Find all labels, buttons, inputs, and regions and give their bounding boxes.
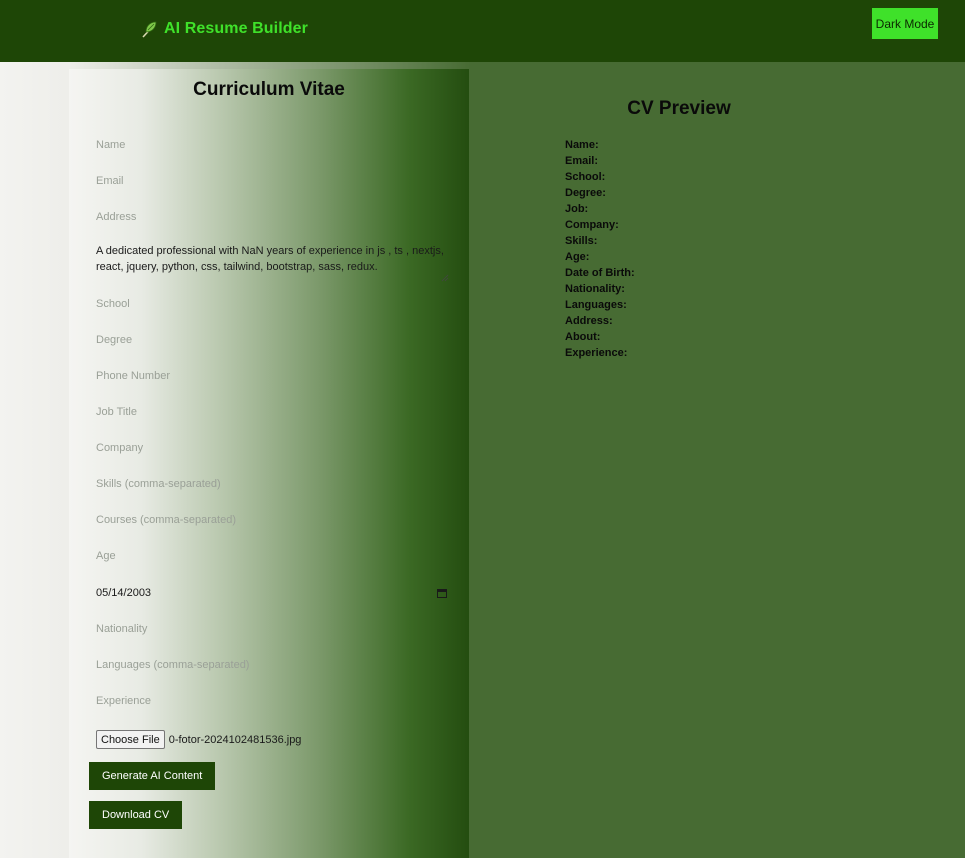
preview-label-about: About: <box>565 331 601 343</box>
preview-label-dob: Date of Birth: <box>565 267 635 279</box>
school-input[interactable] <box>96 294 448 314</box>
preview-label-nationality: Nationality: <box>565 283 625 295</box>
app-title: AI Resume Builder <box>164 20 308 37</box>
calendar-icon[interactable] <box>437 588 447 598</box>
courses-input[interactable] <box>96 510 448 530</box>
preview-label-company: Company: <box>565 219 619 231</box>
preview-label-email: Email: <box>565 155 599 167</box>
cv-form-panel: Curriculum Vitae A dedicated professiona… <box>69 69 469 858</box>
nationality-input[interactable] <box>96 619 448 639</box>
preview-label-school: School: <box>565 171 606 183</box>
dark-mode-button[interactable]: Dark Mode <box>872 8 938 39</box>
resize-grip-icon[interactable] <box>441 274 449 282</box>
choose-file-button[interactable]: Choose File <box>96 730 165 749</box>
date-of-birth-input[interactable]: 05/14/2003 <box>96 584 448 602</box>
preview-label-degree: Degree: <box>565 187 606 199</box>
preview-label-languages: Languages: <box>565 299 627 311</box>
email-input[interactable] <box>96 171 448 191</box>
brand: AI Resume Builder <box>140 19 308 39</box>
phone-input[interactable] <box>96 366 448 386</box>
preview-field-list: Name: Email: School: Degree: Job: Compan… <box>565 138 635 362</box>
skills-input[interactable] <box>96 474 448 494</box>
date-value: 05/14/2003 <box>96 587 152 599</box>
company-input[interactable] <box>96 438 448 458</box>
age-input[interactable] <box>96 546 448 566</box>
name-input[interactable] <box>96 135 448 155</box>
preview-label-name: Name: <box>565 139 599 151</box>
preview-label-job: Job: <box>565 203 589 215</box>
preview-label-skills: Skills: <box>565 235 598 247</box>
photo-file-input: Choose File 0-fotor-2024102481536.jpg <box>96 730 301 749</box>
preview-label-age: Age: <box>565 251 590 263</box>
address-input[interactable] <box>96 207 448 227</box>
about-textarea[interactable]: A dedicated professional with NaN years … <box>96 243 448 283</box>
job-title-input[interactable] <box>96 402 448 422</box>
preview-title: CV Preview <box>627 98 731 119</box>
form-title: Curriculum Vitae <box>193 79 345 100</box>
download-cv-button[interactable]: Download CV <box>89 801 183 829</box>
preview-label-experience: Experience: <box>565 347 628 359</box>
generate-ai-button[interactable]: Generate AI Content <box>89 762 216 790</box>
degree-input[interactable] <box>96 330 448 350</box>
experience-input[interactable] <box>96 691 448 711</box>
preview-label-address: Address: <box>565 315 613 327</box>
leaf-icon <box>142 21 157 38</box>
file-name: 0-fotor-2024102481536.jpg <box>168 733 302 746</box>
languages-input[interactable] <box>96 655 448 675</box>
top-navbar: AI Resume Builder Dark Mode <box>0 0 965 62</box>
